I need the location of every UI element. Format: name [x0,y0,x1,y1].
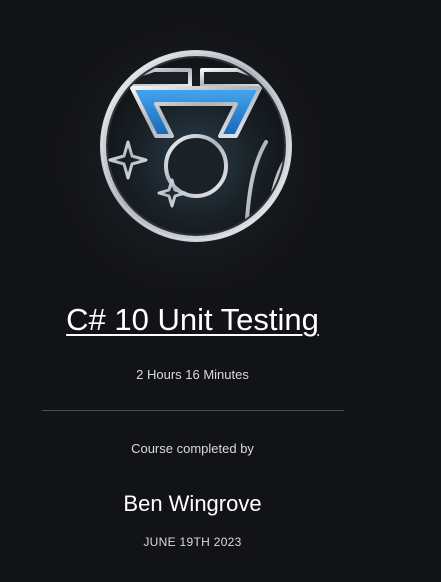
completion-date: JUNE 19TH 2023 [143,535,242,549]
course-title-link[interactable]: C# 10 Unit Testing [0,300,385,340]
course-duration: 2 Hours 16 Minutes [136,367,249,382]
divider [42,410,344,411]
medal-badge-icon [96,46,296,246]
completed-by-label: Course completed by [131,441,254,456]
learner-name: Ben Wingrove [123,491,262,516]
